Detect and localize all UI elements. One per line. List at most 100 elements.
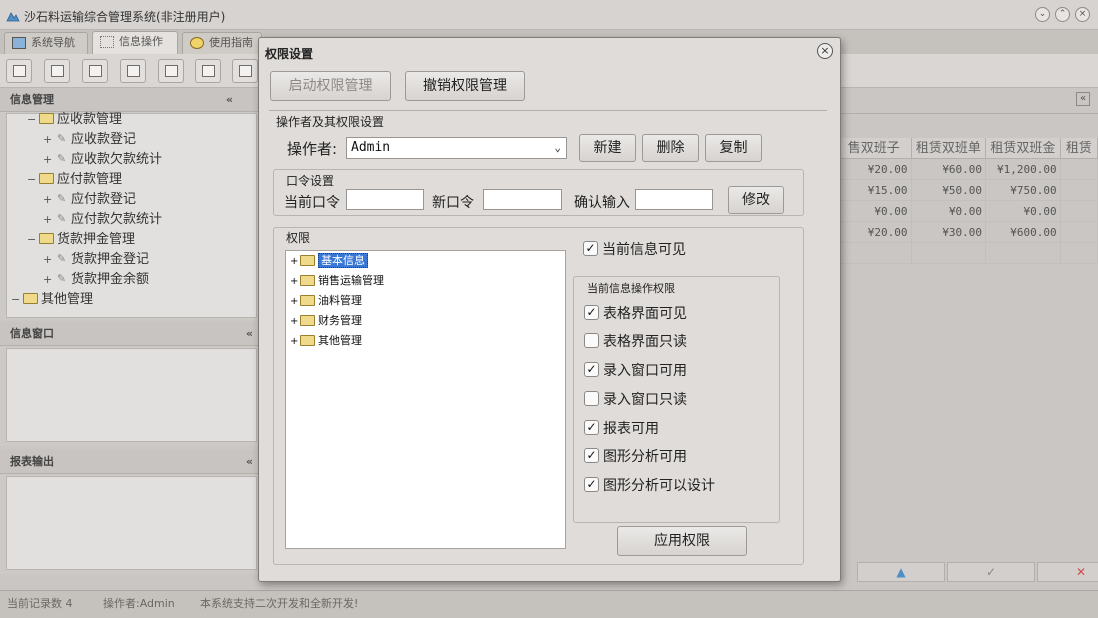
nav-confirm-button[interactable]: ✓ [947, 562, 1035, 582]
dialog-close-button[interactable]: × [817, 43, 833, 59]
grid-cell[interactable] [986, 243, 1061, 264]
grid-cell[interactable] [1060, 180, 1098, 201]
confirm-password-input[interactable] [635, 189, 713, 210]
revoke-permission-button[interactable]: 撤销权限管理 [405, 71, 525, 101]
grid-cell[interactable]: ¥20.00 [837, 159, 912, 180]
expand-icon[interactable]: + [43, 210, 53, 230]
apply-permission-button[interactable]: 应用权限 [617, 526, 747, 556]
collapse-icon[interactable]: « [246, 450, 253, 474]
grid-cell[interactable]: ¥20.00 [837, 222, 912, 243]
collapse-tree-icon[interactable]: − [27, 170, 37, 190]
tree-item[interactable]: + ✎ 货款押金余额 [43, 270, 149, 290]
tree-item[interactable]: − 应付款管理 [27, 170, 122, 190]
grid-cell[interactable]: ¥0.00 [837, 201, 912, 222]
grid-header-cell[interactable]: 租赁 [1060, 138, 1098, 159]
nav-up-button[interactable]: ▲ [857, 562, 945, 582]
table-row[interactable]: ¥15.00 ¥50.00 ¥750.00 [837, 180, 1098, 201]
grid-cell[interactable]: ¥15.00 [837, 180, 912, 201]
window-close-button[interactable]: × [1075, 7, 1090, 22]
permission-option-checkbox[interactable]: ✓ 图形分析可用 [584, 447, 687, 467]
enable-permission-button[interactable]: 启动权限管理 [270, 71, 391, 101]
table-row[interactable]: ¥20.00 ¥60.00 ¥1,200.00 [837, 159, 1098, 180]
toolbar-window-button[interactable] [158, 59, 184, 83]
toolbar-document-button[interactable] [82, 59, 108, 83]
new-password-input[interactable] [483, 189, 562, 210]
toolbar-view-button[interactable] [44, 59, 70, 83]
grid-header-cell[interactable]: 租赁双班金 [986, 138, 1061, 159]
operator-select[interactable]: Admin ⌄ [346, 137, 567, 159]
grid-cell[interactable]: ¥60.00 [911, 159, 987, 180]
toolbar-print-button[interactable] [232, 59, 258, 83]
permission-tree-item[interactable]: + 基本信息 [290, 251, 368, 271]
tree-item[interactable]: − 其他管理 [11, 290, 93, 310]
tree-item[interactable]: + ✎ 应付款登记 [43, 190, 136, 210]
expand-icon[interactable]: + [43, 130, 53, 150]
tab-user-guide[interactable]: 使用指南 [182, 32, 262, 54]
grid-cell[interactable] [1060, 222, 1098, 243]
permission-tree-item[interactable]: + 其他管理 [290, 331, 362, 351]
tree-item[interactable]: − 货款押金管理 [27, 230, 135, 250]
expand-icon[interactable]: + [290, 252, 299, 272]
expand-icon[interactable]: + [290, 292, 299, 312]
expand-icon[interactable]: + [290, 312, 299, 332]
permission-tree-item[interactable]: + 销售运输管理 [290, 271, 384, 291]
expand-icon[interactable]: + [43, 250, 53, 270]
permission-option-checkbox[interactable]: ✓ 报表可用 [584, 419, 659, 439]
minimize-button[interactable]: ⌄ [1035, 7, 1050, 22]
permission-option-checkbox[interactable]: 表格界面只读 [584, 332, 687, 352]
expand-icon[interactable]: + [43, 150, 53, 170]
grid-cell[interactable] [1060, 159, 1098, 180]
table-row[interactable] [837, 243, 1098, 264]
tab-info-operation[interactable]: 信息操作 [92, 31, 178, 54]
tree-item[interactable]: + ✎ 应收款登记 [43, 130, 136, 150]
copy-operator-button[interactable]: 复制 [705, 134, 762, 162]
nav-cancel-button[interactable]: ✕ [1037, 562, 1098, 582]
collapse-tree-icon[interactable]: − [27, 230, 37, 250]
collapse-icon[interactable]: « [246, 322, 253, 346]
expand-icon[interactable]: + [290, 332, 299, 352]
toolbar-search-button[interactable] [6, 59, 32, 83]
grid-cell[interactable]: ¥30.00 [911, 222, 987, 243]
grid-cell[interactable] [1060, 201, 1098, 222]
current-visible-checkbox[interactable]: ✓ 当前信息可见 [583, 240, 686, 260]
permission-option-checkbox[interactable]: ✓ 图形分析可以设计 [584, 476, 715, 496]
expand-icon[interactable]: + [290, 272, 299, 292]
grid-cell[interactable]: ¥600.00 [986, 222, 1061, 243]
toolbar-export-button[interactable] [195, 59, 221, 83]
tree-item[interactable]: + ✎ 应付款欠款统计 [43, 210, 162, 230]
grid-cell[interactable]: ¥50.00 [911, 180, 987, 201]
grid-cell[interactable] [911, 243, 987, 264]
grid-cell[interactable]: ¥1,200.00 [986, 159, 1061, 180]
collapse-tree-icon[interactable]: − [27, 110, 37, 130]
expand-icon[interactable]: + [43, 190, 53, 210]
modify-password-button[interactable]: 修改 [728, 186, 784, 214]
delete-operator-button[interactable]: 删除 [642, 134, 699, 162]
tree-item[interactable]: − 应收款管理 [27, 110, 122, 130]
table-row[interactable]: ¥20.00 ¥30.00 ¥600.00 [837, 222, 1098, 243]
grid-header-cell[interactable]: 售双班子 [837, 138, 912, 159]
tab-system-nav[interactable]: 系统导航 [4, 32, 88, 54]
grid-cell[interactable] [1060, 243, 1098, 264]
tree-item[interactable]: + ✎ 货款押金登记 [43, 250, 149, 270]
grid-cell[interactable]: ¥0.00 [986, 201, 1061, 222]
grid-cell[interactable]: ¥750.00 [986, 180, 1061, 201]
permission-tree-item[interactable]: + 财务管理 [290, 311, 362, 331]
grid-cell[interactable] [837, 243, 912, 264]
permission-tree-item[interactable]: + 油料管理 [290, 291, 362, 311]
permission-option-checkbox[interactable]: ✓ 录入窗口可用 [584, 361, 687, 381]
expand-icon[interactable]: + [43, 270, 53, 290]
grid-header-cell[interactable]: 租赁双班单 [911, 138, 987, 159]
info-window-body [6, 348, 257, 442]
toolbar-users-button[interactable] [120, 59, 146, 83]
collapse-icon[interactable]: « [226, 88, 233, 112]
tree-item[interactable]: + ✎ 应收款欠款统计 [43, 150, 162, 170]
grid-cell[interactable]: ¥0.00 [911, 201, 987, 222]
current-password-input[interactable] [346, 189, 424, 210]
table-row[interactable]: ¥0.00 ¥0.00 ¥0.00 [837, 201, 1098, 222]
maximize-button[interactable]: ⌃ [1055, 7, 1070, 22]
collapse-tree-icon[interactable]: − [11, 290, 21, 310]
collapse-up-icon[interactable]: « [1076, 92, 1090, 106]
permission-option-checkbox[interactable]: 录入窗口只读 [584, 390, 687, 410]
permission-option-checkbox[interactable]: ✓ 表格界面可见 [584, 304, 687, 324]
new-operator-button[interactable]: 新建 [579, 134, 636, 162]
